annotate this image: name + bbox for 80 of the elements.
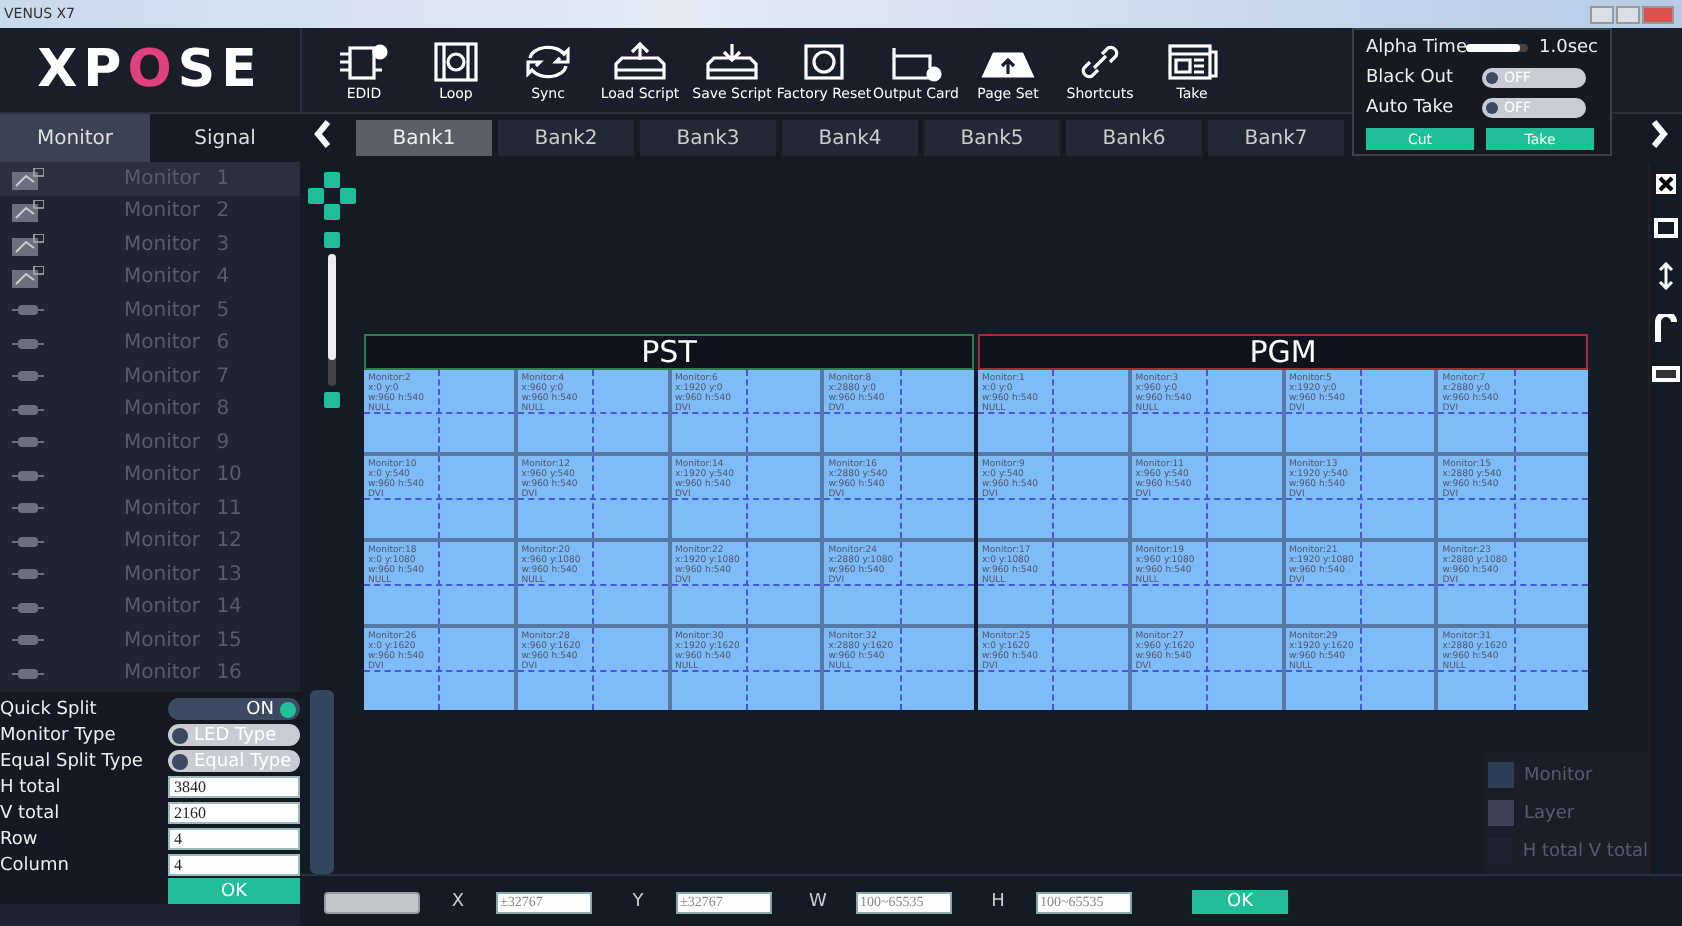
monitor-list-item[interactable]: Monitor 8 [0, 393, 300, 426]
monitor-list-item[interactable]: Monitor 15 [0, 624, 300, 657]
monitor-list-item[interactable]: Monitor 12 [0, 525, 300, 558]
monitor-list-item[interactable]: Monitor 3 [0, 228, 300, 261]
connector-icon [12, 502, 44, 515]
arrows-icon[interactable] [1654, 262, 1678, 290]
window-icon [1162, 39, 1222, 83]
legend-label: Layer [1524, 803, 1575, 824]
connector-icon [12, 436, 44, 449]
switch-label: Auto Take [1366, 98, 1456, 118]
connector-icon [12, 469, 44, 482]
chevron-right-icon [1652, 119, 1668, 147]
slider-reading: 1.0sec [1539, 38, 1598, 58]
field-label: X [449, 892, 467, 913]
scrollbar[interactable] [310, 690, 334, 875]
monitor-list-item[interactable]: Monitor 16 [0, 657, 300, 690]
chevron-left-icon [314, 119, 330, 147]
input-field[interactable]: 4 [168, 828, 300, 850]
switch-label: Black Out [1366, 68, 1456, 88]
legend-label: H total V total [1522, 841, 1648, 862]
field-label: Monitor Type [0, 725, 118, 745]
field-label: Row [0, 829, 40, 849]
zoom-slider[interactable] [328, 254, 336, 386]
monitor-icon [12, 200, 44, 223]
connector-icon [12, 304, 44, 317]
monitor-list-item[interactable]: Monitor 4 [0, 261, 300, 294]
field-label: W [807, 892, 829, 913]
toggle-switch[interactable]: ON [168, 698, 300, 720]
field-label: H total [0, 777, 63, 797]
field-label: Quick Split [0, 699, 99, 719]
connector-icon [12, 337, 44, 350]
field-label: Y [630, 892, 646, 913]
connector-icon [12, 535, 44, 548]
monitor-icon [12, 266, 44, 289]
connector-icon [12, 403, 44, 416]
connector-icon [12, 667, 44, 680]
preview-title: PST [364, 334, 974, 370]
close-icon[interactable] [1656, 174, 1676, 194]
field-label: V total [0, 803, 62, 823]
preview-title: PGM [978, 334, 1588, 370]
field-label: Equal Split Type [0, 751, 145, 771]
ok-button[interactable]: OK [1192, 890, 1288, 915]
monitor-list-item[interactable]: Monitor 7 [0, 360, 300, 393]
field-label: H [989, 892, 1007, 913]
alpha-slider[interactable] [1466, 44, 1527, 52]
monitor-list-item[interactable]: Monitor 13 [0, 558, 300, 591]
bank-tab[interactable]: Bank1 [356, 120, 492, 156]
connector-icon [12, 568, 44, 581]
monitor-list-item[interactable]: Monitor 10 [0, 459, 300, 492]
bank-tab[interactable]: Bank2 [498, 120, 634, 156]
monitor-list-item[interactable]: Monitor 2 [0, 195, 300, 228]
upload-tray-icon [610, 39, 670, 83]
monitor-icon [12, 167, 44, 190]
frame-icon[interactable] [1654, 218, 1678, 238]
input-field[interactable] [324, 891, 420, 914]
side-tab[interactable]: Monitor [0, 114, 150, 162]
field-label: Column [0, 855, 71, 875]
bank-tab[interactable]: Bank4 [782, 120, 918, 156]
connector-icon [12, 634, 44, 647]
ok-button[interactable]: OK [168, 878, 300, 904]
bank-tab[interactable]: Bank3 [640, 120, 776, 156]
monitor-list-item[interactable]: Monitor 11 [0, 492, 300, 525]
monitor-list-item[interactable]: Monitor 6 [0, 327, 300, 360]
monitor-list-item[interactable]: Monitor 5 [0, 294, 300, 327]
bank-tab[interactable]: Bank7 [1208, 120, 1344, 156]
monitor-list-item[interactable]: Monitor 14 [0, 591, 300, 624]
input-field[interactable]: 2160 [168, 802, 300, 824]
logo: XPOSE [0, 28, 302, 112]
legend-label: Monitor [1524, 765, 1593, 786]
input-field[interactable]: 4 [168, 854, 300, 876]
slider-label: Alpha Time [1366, 38, 1467, 58]
bank-tab[interactable]: Bank6 [1066, 120, 1202, 156]
toggle-icon[interactable] [1652, 366, 1680, 382]
bank-tab[interactable]: Bank5 [924, 120, 1060, 156]
connector-icon [12, 601, 44, 614]
monitor-list-item[interactable]: Monitor 9 [0, 426, 300, 459]
download-tray-icon [702, 39, 762, 83]
connector-icon [12, 370, 44, 383]
input-field[interactable]: 3840 [168, 776, 300, 798]
monitor-icon [12, 233, 44, 256]
